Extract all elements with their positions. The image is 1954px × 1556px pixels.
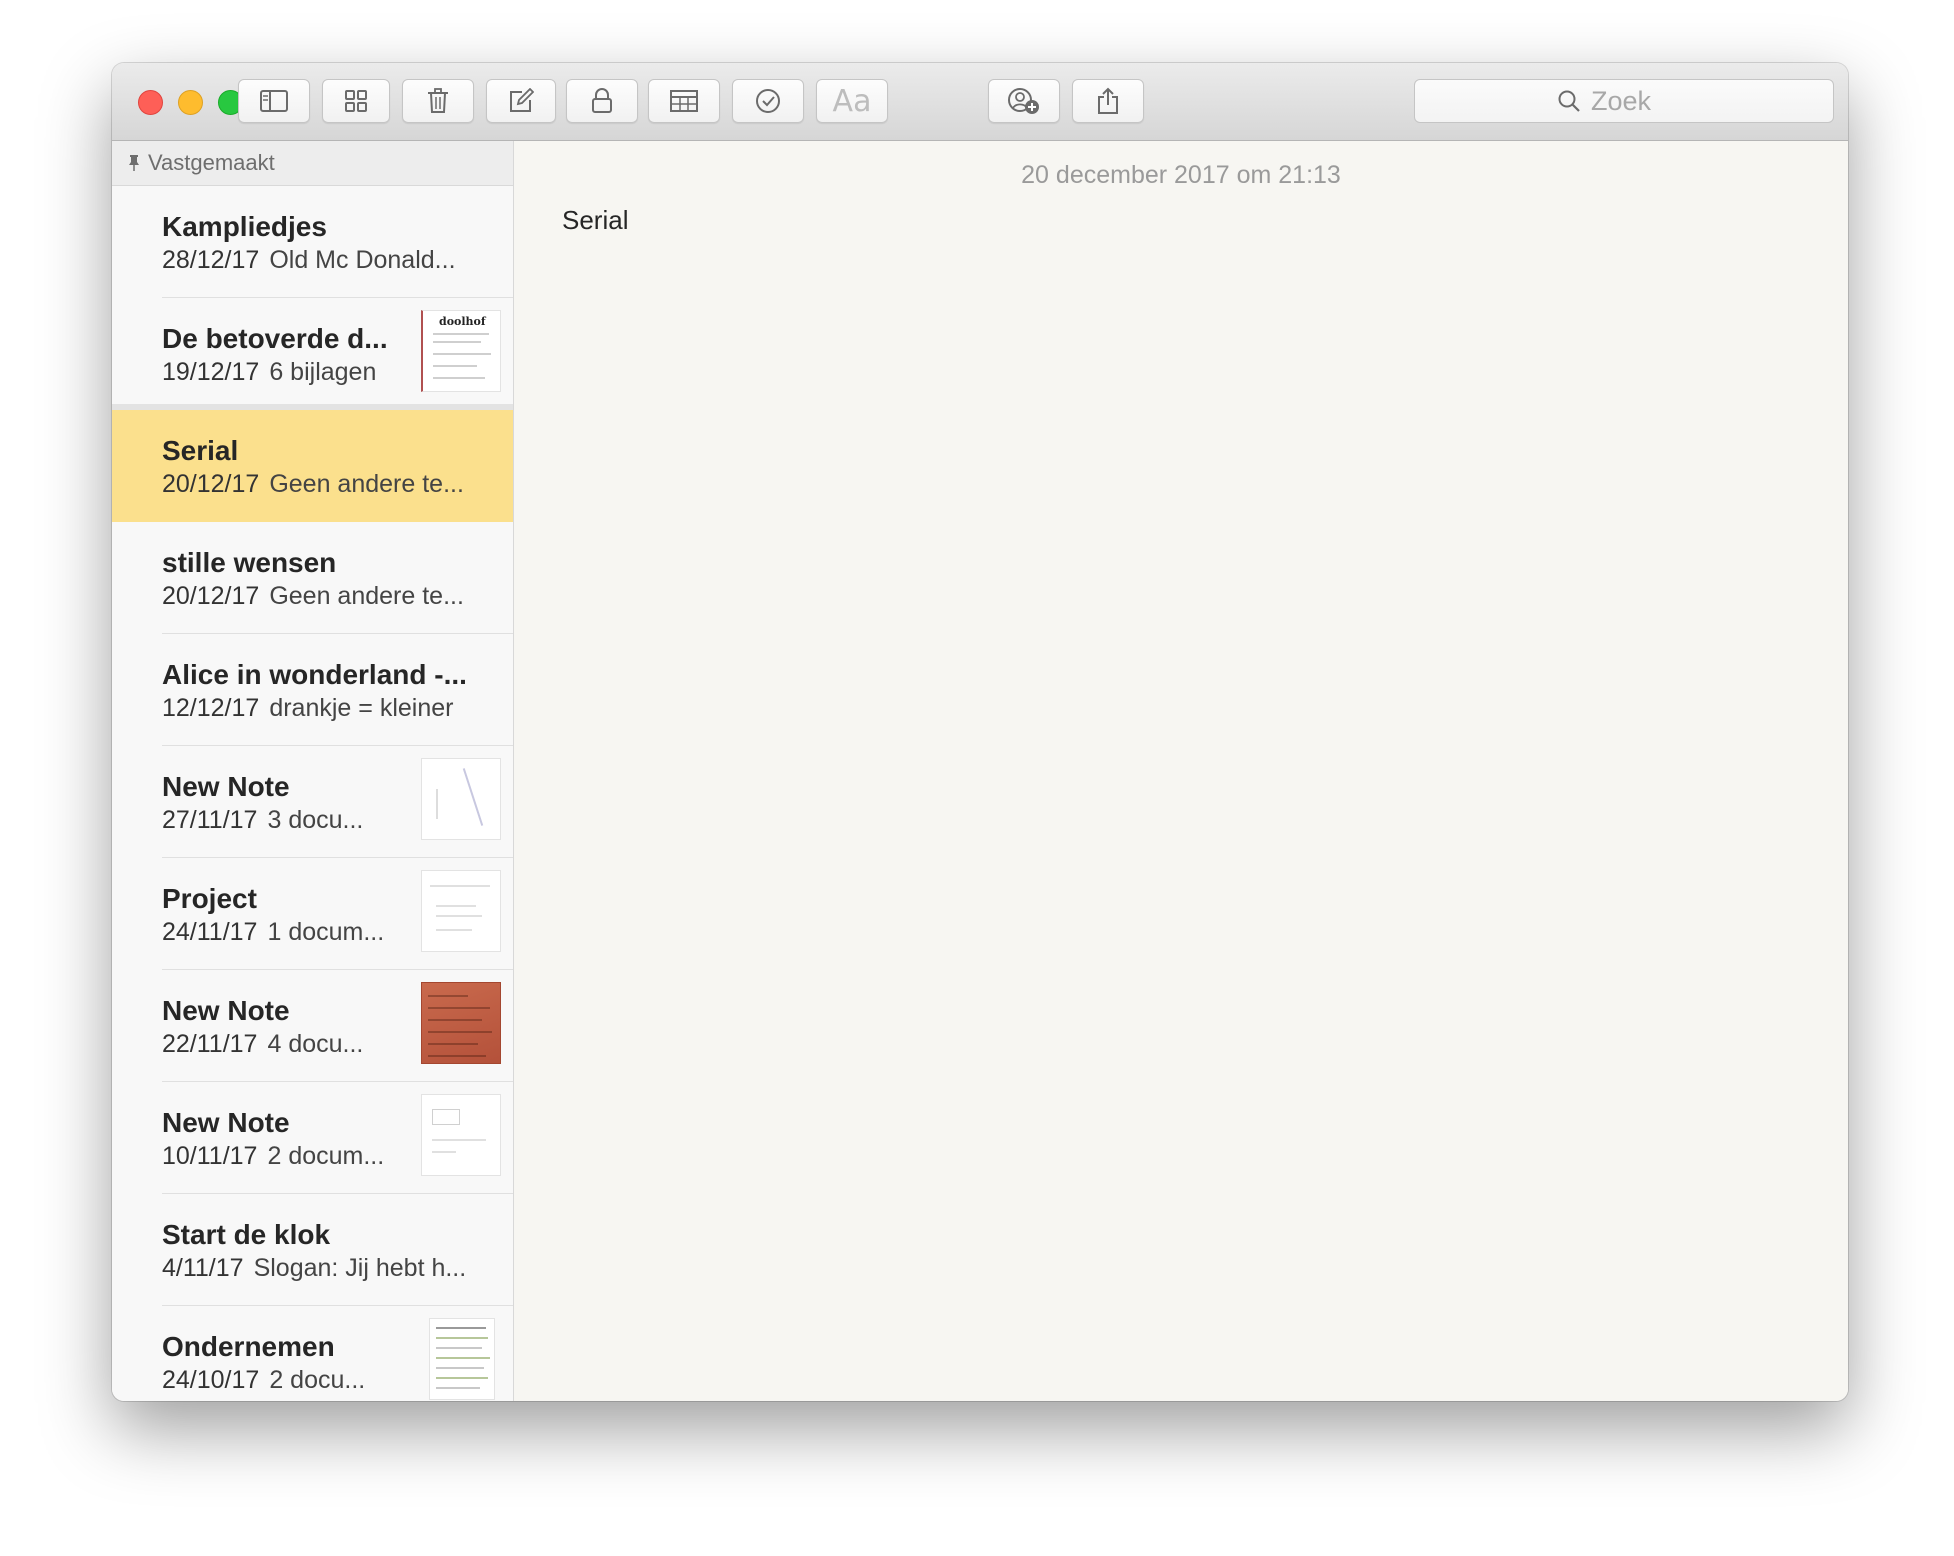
attachments-button[interactable] <box>322 79 390 123</box>
note-list-item[interactable]: Project 24/11/17 1 docum... <box>112 858 513 970</box>
note-thumbnail <box>421 870 501 952</box>
note-list-item[interactable]: New Note 27/11/17 3 docu... <box>112 746 513 858</box>
search-icon <box>1558 90 1580 112</box>
search-field[interactable] <box>1414 79 1834 123</box>
notes-window: Aa Zoek Vastgemaakt Kampliedjes 28/12/17… <box>112 63 1848 1401</box>
share-button[interactable] <box>1072 79 1144 123</box>
note-preview: 3 docu... <box>267 806 364 834</box>
note-title: Alice in wonderland -... <box>162 659 467 690</box>
note-thumbnail <box>429 1318 495 1400</box>
note-title: stille wensen <box>162 547 337 578</box>
note-list-item[interactable]: stille wensen 20/12/17 Geen andere te... <box>112 522 513 634</box>
minimize-window-button[interactable] <box>178 90 203 115</box>
note-date: 10/11/17 <box>162 1142 258 1170</box>
note-list-item[interactable]: Ondernemen 24/10/17 2 docu... <box>112 1306 513 1401</box>
search-input[interactable] <box>1591 85 1691 117</box>
note-editor[interactable]: 20 december 2017 om 21:13 Serial <box>514 141 1848 1401</box>
checklist-button[interactable] <box>732 79 804 123</box>
note-thumbnail: doolhof <box>421 310 501 392</box>
note-preview: 2 docu... <box>269 1366 366 1394</box>
trash-icon <box>428 88 448 113</box>
note-list-item[interactable]: De betoverde d... 19/12/17 6 bijlagen doo… <box>112 298 513 410</box>
note-timestamp: 20 december 2017 om 21:13 <box>1021 161 1341 189</box>
note-preview: Geen andere te... <box>269 582 464 610</box>
compose-icon <box>510 88 534 112</box>
note-preview: 2 docum... <box>267 1142 385 1170</box>
note-title: Kampliedjes <box>162 211 327 242</box>
toolbar: Aa <box>112 63 1848 141</box>
note-list-item[interactable]: New Note 10/11/17 2 docum... <box>112 1082 513 1194</box>
note-date: 12/12/17 <box>162 694 260 722</box>
pin-icon <box>129 155 139 171</box>
note-date: 27/11/17 <box>162 806 258 834</box>
note-date: 20/12/17 <box>162 470 260 498</box>
gallery-view-icon <box>345 90 367 112</box>
note-title: Serial <box>162 435 239 466</box>
note-date: 19/12/17 <box>162 358 260 386</box>
sidebar-toggle-button[interactable] <box>238 79 310 123</box>
note-thumbnail <box>421 758 501 840</box>
note-date: 28/12/17 <box>162 246 260 274</box>
close-window-button[interactable] <box>138 90 163 115</box>
note-thumbnail <box>421 1094 501 1176</box>
note-list-item[interactable]: Alice in wonderland -... 12/12/17 drankje… <box>112 634 513 746</box>
note-preview: Slogan: Jij hebt h... <box>253 1254 467 1282</box>
note-date: 22/11/17 <box>162 1030 258 1058</box>
note-date: 20/12/17 <box>162 582 260 610</box>
note-preview: Old Mc Donald... <box>269 246 456 274</box>
table-button[interactable] <box>648 79 720 123</box>
note-date: 24/10/17 <box>162 1366 260 1394</box>
note-preview: drankje = kleiner <box>269 694 454 722</box>
share-icon <box>1098 87 1118 114</box>
add-people-button[interactable] <box>988 79 1060 123</box>
note-preview: 1 docum... <box>267 918 385 946</box>
format-button[interactable]: Aa <box>816 79 888 123</box>
note-thumbnail <box>421 982 501 1064</box>
note-preview: 4 docu... <box>267 1030 364 1058</box>
format-icon: Aa <box>832 83 872 119</box>
note-list-item[interactable]: New Note 22/11/17 4 docu... <box>112 970 513 1082</box>
note-list-item[interactable]: Start de klok 4/11/17 Slogan: Jij hebt h.… <box>112 1194 513 1306</box>
note-list[interactable]: Vastgemaakt Kampliedjes 28/12/17 Old Mc D… <box>112 141 514 1401</box>
note-date: 24/11/17 <box>162 918 258 946</box>
add-people-icon <box>1008 88 1039 114</box>
note-list-item-selected[interactable]: Serial 20/12/17 Geen andere te... <box>112 410 513 522</box>
note-body[interactable]: Serial <box>562 205 628 236</box>
note-title: Start de klok <box>162 1219 331 1250</box>
table-icon <box>670 90 698 112</box>
note-date: 4/11/17 <box>162 1254 244 1282</box>
delete-button[interactable] <box>402 79 474 123</box>
note-list-item[interactable]: Kampliedjes 28/12/17 Old Mc Donald... <box>112 186 513 298</box>
pinned-section-label: Vastgemaakt <box>148 150 275 175</box>
checklist-icon <box>756 89 780 113</box>
note-preview: Geen andere te... <box>269 470 464 498</box>
lock-note-button[interactable] <box>566 79 638 123</box>
note-preview: 6 bijlagen <box>269 358 377 386</box>
thumbnail-heading: doolhof <box>439 315 486 328</box>
pinned-section-header: Vastgemaakt <box>112 141 513 186</box>
lock-icon <box>592 88 612 113</box>
new-note-button[interactable] <box>486 79 556 123</box>
sidebar-toggle-icon <box>260 90 288 112</box>
